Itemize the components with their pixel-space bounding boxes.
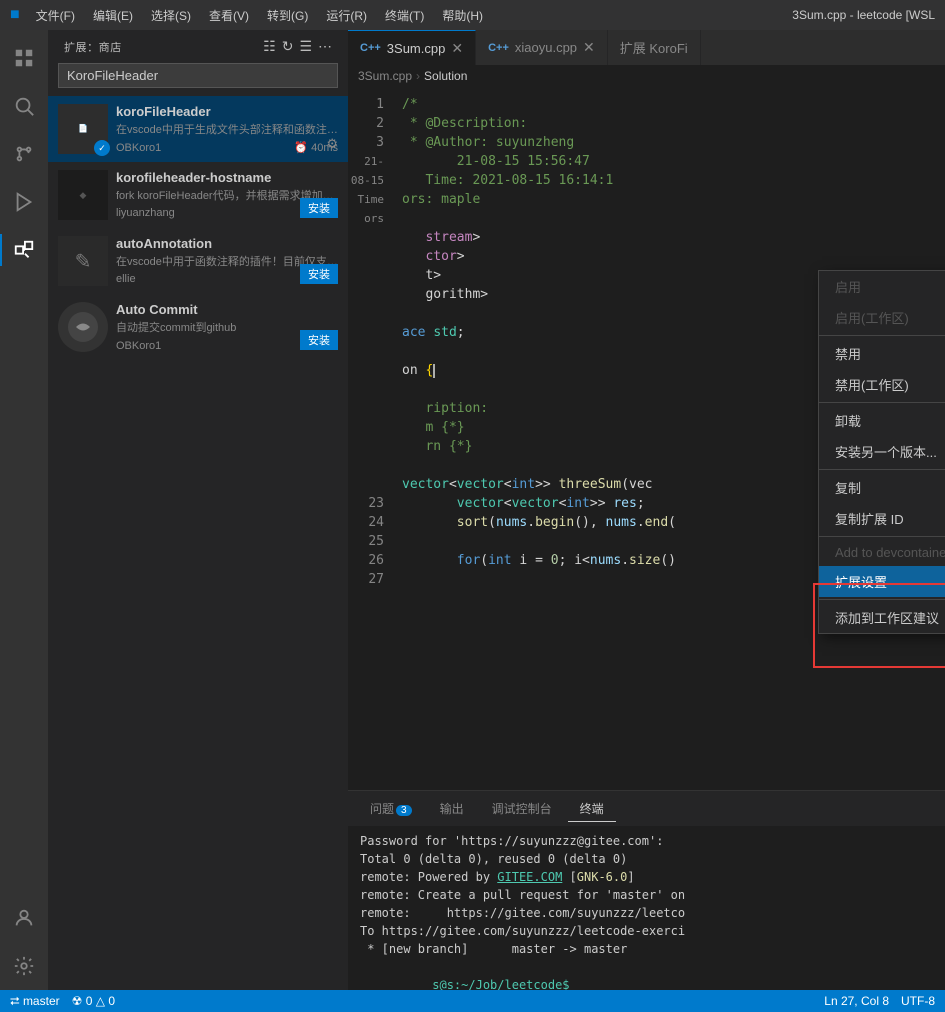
more-icon[interactable]: ⋯	[318, 38, 332, 55]
main-layout: 扩展：商店 ☷ ↻ ☰ ⋯ 📄 ✓ koroFileHeader 在vscode…	[0, 30, 945, 990]
koro-icon: 📄 ✓	[58, 104, 108, 154]
vscode-icon: ■	[10, 6, 20, 24]
activity-explorer[interactable]	[0, 34, 48, 82]
errors-count[interactable]: ☢ 0 △ 0	[72, 994, 115, 1008]
sidebar-actions: ☷ ↻ ☰ ⋯	[263, 38, 332, 55]
line-col[interactable]: Ln 27, Col 8	[824, 994, 889, 1008]
menu-bar: 文件(F) 编辑(E) 选择(S) 查看(V) 转到(G) 运行(R) 终端(T…	[28, 5, 491, 26]
autoannotation-name: autoAnnotation	[116, 236, 338, 251]
koro-info: koroFileHeader 在vscode中用于生成文件头部注释和函数注释..…	[116, 104, 338, 154]
views-icon[interactable]: ☰	[299, 38, 312, 55]
menu-install-version[interactable]: 安装另一个版本...	[819, 436, 945, 467]
menu-enable[interactable]: 启用	[819, 271, 945, 302]
menu-edit[interactable]: 编辑(E)	[85, 5, 141, 26]
activity-git[interactable]	[0, 130, 48, 178]
menu-sep-3	[819, 469, 945, 470]
menu-sep-1	[819, 335, 945, 336]
status-right: Ln 27, Col 8 UTF-8	[824, 994, 935, 1008]
extension-item-autoannotation[interactable]: ✎ autoAnnotation 在vscode中用于函数注释的插件！目前仅支持…	[48, 228, 348, 294]
menu-add-devcontainer[interactable]: Add to devcontainer.json	[819, 539, 945, 566]
sidebar-title: 扩展：商店	[64, 39, 122, 55]
autoannotation-icon: ✎	[58, 236, 108, 286]
koro-meta: OBKoro1 ⏰ 40ms	[116, 141, 338, 154]
koro-name: koroFileHeader	[116, 104, 338, 119]
menu-extension-settings[interactable]: 扩展设置	[819, 566, 945, 597]
install-hostname-button[interactable]: 安装	[300, 198, 338, 218]
autocommit-icon	[58, 302, 108, 352]
menu-file[interactable]: 文件(F)	[28, 5, 83, 26]
menu-help[interactable]: 帮助(H)	[434, 5, 491, 26]
menu-copy[interactable]: 复制	[819, 472, 945, 503]
hostname-author: liyuanzhang	[116, 207, 175, 219]
menu-run[interactable]: 运行(R)	[318, 5, 375, 26]
autoannotation-author: ellie	[116, 273, 136, 285]
koro-author: OBKoro1	[116, 142, 161, 154]
koro-desc: 在vscode中用于生成文件头部注释和函数注释...	[116, 121, 338, 137]
menu-view[interactable]: 查看(V)	[201, 5, 257, 26]
activity-extensions[interactable]	[0, 226, 48, 274]
menu-disable[interactable]: 禁用	[819, 338, 945, 369]
encoding[interactable]: UTF-8	[901, 994, 935, 1008]
filter-icon[interactable]: ☷	[263, 38, 276, 55]
context-menu: 启用 启用(工作区) 禁用 禁用(工作区) 卸载 安装另一个版本... 复制 复…	[818, 270, 945, 634]
menu-sep-2	[819, 402, 945, 403]
editor-area: C++ 3Sum.cpp ✕ C++ xiaoyu.cpp ✕ 扩展 KoroF…	[348, 30, 945, 990]
menu-terminal[interactable]: 终端(T)	[377, 5, 432, 26]
activity-account[interactable]	[0, 894, 48, 942]
menu-sep-5	[819, 599, 945, 600]
extension-item-hostname[interactable]: ◆ korofileheader-hostname fork koroFileH…	[48, 162, 348, 228]
sidebar: 扩展：商店 ☷ ↻ ☰ ⋯ 📄 ✓ koroFileHeader 在vscode…	[48, 30, 348, 990]
extension-item-autocommit[interactable]: Auto Commit 自动提交commit到github OBKoro1 ⇓ …	[48, 294, 348, 360]
status-bar: ⮂ master ☢ 0 △ 0 Ln 27, Col 8 UTF-8	[0, 990, 945, 1012]
window-title: 3Sum.cpp - leetcode [WSL	[792, 8, 935, 22]
git-branch[interactable]: ⮂ master	[10, 994, 60, 1009]
installed-badge: ✓	[94, 140, 110, 156]
menu-sep-4	[819, 536, 945, 537]
activity-search[interactable]	[0, 82, 48, 130]
hostname-icon: ◆	[58, 170, 108, 220]
search-input[interactable]	[58, 63, 338, 88]
activity-bar	[0, 30, 48, 990]
autocommit-author: OBKoro1	[116, 340, 161, 352]
extension-list: 📄 ✓ koroFileHeader 在vscode中用于生成文件头部注释和函数…	[48, 96, 348, 990]
context-menu-overlay: 启用 启用(工作区) 禁用 禁用(工作区) 卸载 安装另一个版本... 复制 复…	[348, 30, 945, 990]
hostname-name: korofileheader-hostname	[116, 170, 338, 185]
install-autocommit-button[interactable]: 安装	[300, 330, 338, 350]
menu-uninstall[interactable]: 卸载	[819, 405, 945, 436]
install-autoannotation-button[interactable]: 安装	[300, 264, 338, 284]
menu-goto[interactable]: 转到(G)	[259, 5, 316, 26]
menu-select[interactable]: 选择(S)	[143, 5, 199, 26]
sidebar-header: 扩展：商店 ☷ ↻ ☰ ⋯	[48, 30, 348, 63]
gear-icon[interactable]: ⚙	[326, 136, 338, 152]
menu-copy-id[interactable]: 复制扩展 ID	[819, 503, 945, 534]
titlebar: ■ 文件(F) 编辑(E) 选择(S) 查看(V) 转到(G) 运行(R) 终端…	[0, 0, 945, 30]
refresh-icon[interactable]: ↻	[282, 38, 294, 55]
menu-enable-workspace[interactable]: 启用(工作区)	[819, 302, 945, 333]
menu-add-workspace-rec[interactable]: 添加到工作区建议	[819, 602, 945, 633]
menu-disable-workspace[interactable]: 禁用(工作区)	[819, 369, 945, 400]
activity-debug[interactable]	[0, 178, 48, 226]
search-box	[58, 63, 338, 88]
autocommit-name: Auto Commit	[116, 302, 338, 317]
extension-item-koro[interactable]: 📄 ✓ koroFileHeader 在vscode中用于生成文件头部注释和函数…	[48, 96, 348, 162]
activity-settings[interactable]	[0, 942, 48, 990]
